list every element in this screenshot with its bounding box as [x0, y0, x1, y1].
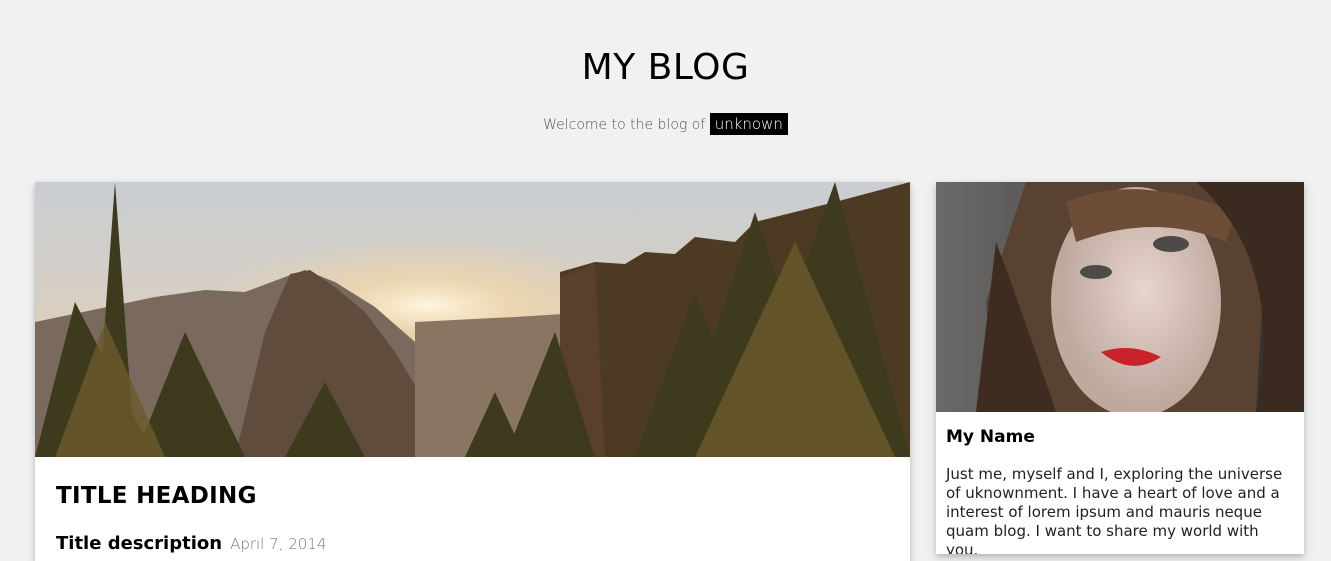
welcome-text: Welcome to the blog of: [543, 117, 706, 133]
profile-name: My Name: [946, 427, 1035, 447]
welcome-line: Welcome to the blog of unknown: [0, 113, 1331, 135]
profile-bio: Just me, myself and I, exploring the uni…: [946, 465, 1283, 554]
page-header: MY BLOG Welcome to the blog of unknown: [0, 0, 1331, 135]
site-title: MY BLOG: [581, 47, 750, 88]
profile-image: [936, 182, 1304, 412]
profile-content: My Name Just me, myself and I, exploring…: [936, 412, 1304, 554]
hero-image: [35, 182, 910, 457]
username-badge: unknown: [709, 113, 788, 135]
post-date: April 7, 2014: [230, 535, 327, 553]
post-title: TITLE HEADING: [56, 483, 257, 509]
blog-post-card: TITLE HEADING Title description April 7,…: [35, 182, 910, 561]
post-subtitle: Title description April 7, 2014: [56, 533, 889, 554]
profile-card: My Name Just me, myself and I, exploring…: [936, 182, 1304, 554]
post-content: TITLE HEADING Title description April 7,…: [35, 457, 910, 561]
post-description: Title description: [56, 533, 223, 554]
